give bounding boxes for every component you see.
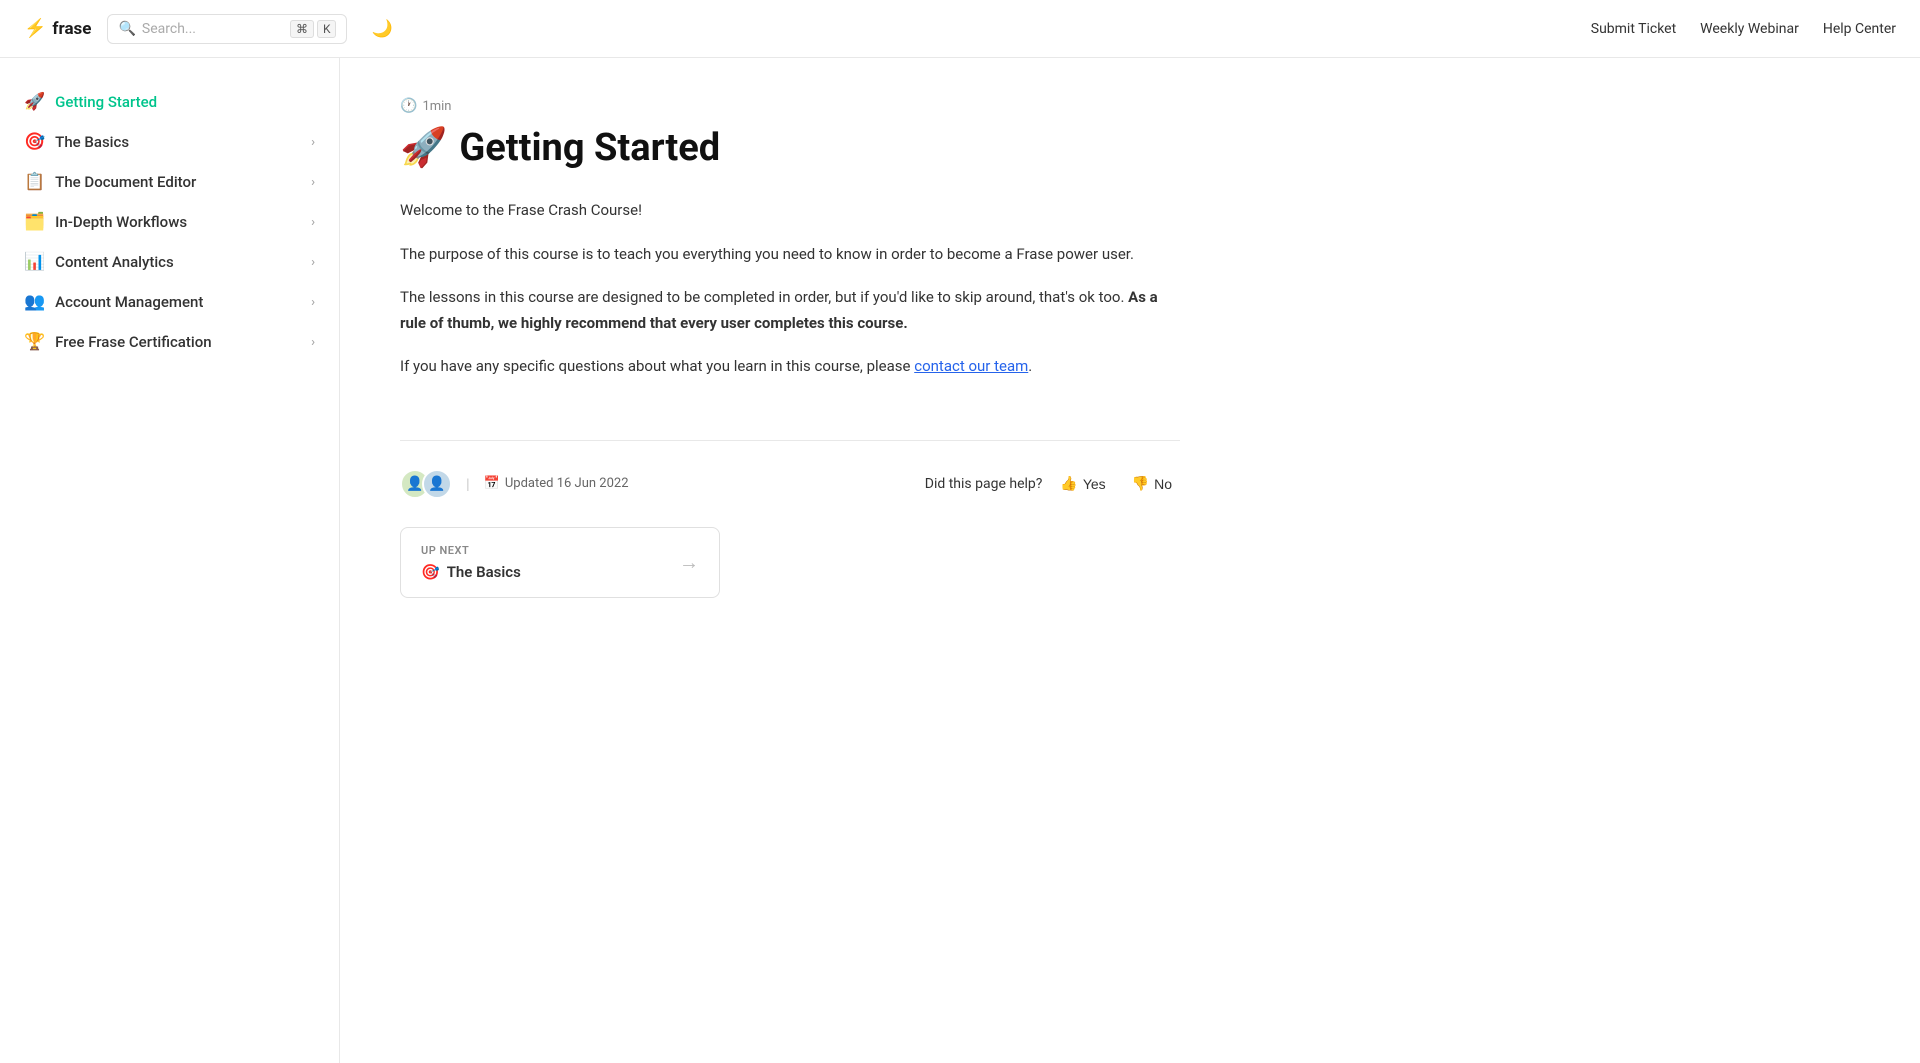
chevron-right-icon: ›: [311, 295, 315, 310]
next-card[interactable]: UP NEXT 🎯 The Basics →: [400, 527, 720, 598]
search-icon: 🔍: [118, 21, 135, 37]
certification-emoji: 🏆: [24, 332, 45, 352]
calendar-icon: 📅: [484, 476, 500, 491]
help-center-link[interactable]: Help Center: [1823, 21, 1896, 37]
author-avatars: 👤 👤: [400, 469, 452, 499]
search-placeholder: Search...: [142, 21, 196, 37]
the-basics-emoji: 🎯: [24, 132, 45, 152]
sidebar-item-account-management[interactable]: 👥 Account Management ›: [0, 282, 339, 322]
sidebar: 🚀 Getting Started 🎯 The Basics › 📋 The D…: [0, 58, 340, 1063]
logo[interactable]: ⚡ frase: [24, 18, 91, 39]
sidebar-item-document-editor[interactable]: 📋 The Document Editor ›: [0, 162, 339, 202]
yes-label: Yes: [1083, 476, 1106, 492]
footer-meta: 👤 👤 | 📅 Updated 16 Jun 2022 Did this pag…: [400, 469, 1180, 499]
topnav-left: ⚡ frase 🔍 Search... ⌘ K 🌙: [24, 14, 393, 44]
page-title-text: Getting Started: [459, 126, 720, 170]
keyboard-shortcut: ⌘ K: [290, 20, 337, 38]
next-card-emoji: 🎯: [421, 563, 440, 581]
document-editor-emoji: 📋: [24, 172, 45, 192]
avatar-2: 👤: [422, 469, 452, 499]
main-content: 🕐 1min 🚀 Getting Started Welcome to the …: [340, 58, 1240, 1063]
sidebar-item-label: The Document Editor: [55, 173, 196, 191]
clock-icon: 🕐: [400, 98, 417, 114]
chevron-right-icon: ›: [311, 215, 315, 230]
submit-ticket-link[interactable]: Submit Ticket: [1591, 21, 1676, 37]
page-title: 🚀 Getting Started: [400, 126, 1180, 170]
helpful-question: Did this page help?: [925, 476, 1043, 492]
kbd-k: K: [317, 20, 337, 38]
sidebar-item-getting-started[interactable]: 🚀 Getting Started: [0, 82, 339, 122]
dark-mode-icon[interactable]: 🌙: [371, 19, 392, 39]
time-estimate: 🕐 1min: [400, 98, 1180, 114]
sidebar-item-label: Content Analytics: [55, 253, 174, 271]
chevron-right-icon: ›: [311, 255, 315, 270]
kbd-cmd: ⌘: [290, 20, 314, 38]
time-estimate-text: 1min: [422, 99, 451, 114]
sidebar-item-label: Account Management: [55, 293, 203, 311]
logo-icon: ⚡: [24, 18, 46, 39]
next-label: UP NEXT: [421, 544, 521, 557]
getting-started-emoji: 🚀: [24, 92, 45, 112]
paragraph-4: If you have any specific questions about…: [400, 354, 1180, 380]
paragraph-4-prefix: If you have any specific questions about…: [400, 357, 914, 375]
chevron-right-icon: ›: [311, 135, 315, 150]
update-date-text: Updated 16 Jun 2022: [505, 476, 629, 491]
chevron-right-icon: ›: [311, 175, 315, 190]
paragraph-4-suffix: .: [1028, 357, 1032, 375]
sidebar-item-the-basics[interactable]: 🎯 The Basics ›: [0, 122, 339, 162]
thumbs-up-icon: 👍: [1060, 475, 1077, 492]
next-title: 🎯 The Basics: [421, 563, 521, 581]
sidebar-item-label: Getting Started: [55, 93, 157, 111]
page-title-emoji: 🚀: [400, 126, 447, 170]
next-arrow-icon: →: [679, 550, 699, 575]
no-label: No: [1154, 476, 1172, 492]
page-helpful: Did this page help? 👍 Yes 👎 No: [925, 471, 1180, 496]
search-bar[interactable]: 🔍 Search... ⌘ K: [107, 14, 347, 44]
sidebar-item-free-certification[interactable]: 🏆 Free Frase Certification ›: [0, 322, 339, 362]
sidebar-item-label: Free Frase Certification: [55, 333, 211, 351]
page-footer: 👤 👤 | 📅 Updated 16 Jun 2022 Did this pag…: [400, 440, 1180, 598]
logo-text: frase: [52, 19, 91, 39]
footer-divider: |: [466, 475, 470, 493]
content-analytics-emoji: 📊: [24, 252, 45, 272]
sidebar-item-label: In-Depth Workflows: [55, 213, 187, 231]
update-date: 📅 Updated 16 Jun 2022: [484, 476, 629, 491]
sidebar-item-in-depth-workflows[interactable]: 🗂️ In-Depth Workflows ›: [0, 202, 339, 242]
no-button[interactable]: 👎 No: [1124, 471, 1180, 496]
main-layout: 🚀 Getting Started 🎯 The Basics › 📋 The D…: [0, 58, 1920, 1063]
top-navigation: ⚡ frase 🔍 Search... ⌘ K 🌙 Submit Ticket …: [0, 0, 1920, 58]
paragraph-2: The purpose of this course is to teach y…: [400, 242, 1180, 268]
weekly-webinar-link[interactable]: Weekly Webinar: [1700, 21, 1799, 37]
topnav-right: Submit Ticket Weekly Webinar Help Center: [1591, 21, 1896, 37]
yes-button[interactable]: 👍 Yes: [1052, 471, 1113, 496]
next-card-title: The Basics: [447, 563, 521, 581]
sidebar-item-label: The Basics: [55, 133, 129, 151]
paragraph-3: The lessons in this course are designed …: [400, 285, 1180, 336]
in-depth-emoji: 🗂️: [24, 212, 45, 232]
account-management-emoji: 👥: [24, 292, 45, 312]
thumbs-down-icon: 👎: [1132, 475, 1149, 492]
paragraph-3-prefix: The lessons in this course are designed …: [400, 288, 1128, 306]
sidebar-item-content-analytics[interactable]: 📊 Content Analytics ›: [0, 242, 339, 282]
paragraph-1: Welcome to the Frase Crash Course!: [400, 198, 1180, 224]
footer-meta-left: 👤 👤 | 📅 Updated 16 Jun 2022: [400, 469, 629, 499]
chevron-right-icon: ›: [311, 335, 315, 350]
contact-team-link[interactable]: contact our team: [914, 357, 1028, 375]
